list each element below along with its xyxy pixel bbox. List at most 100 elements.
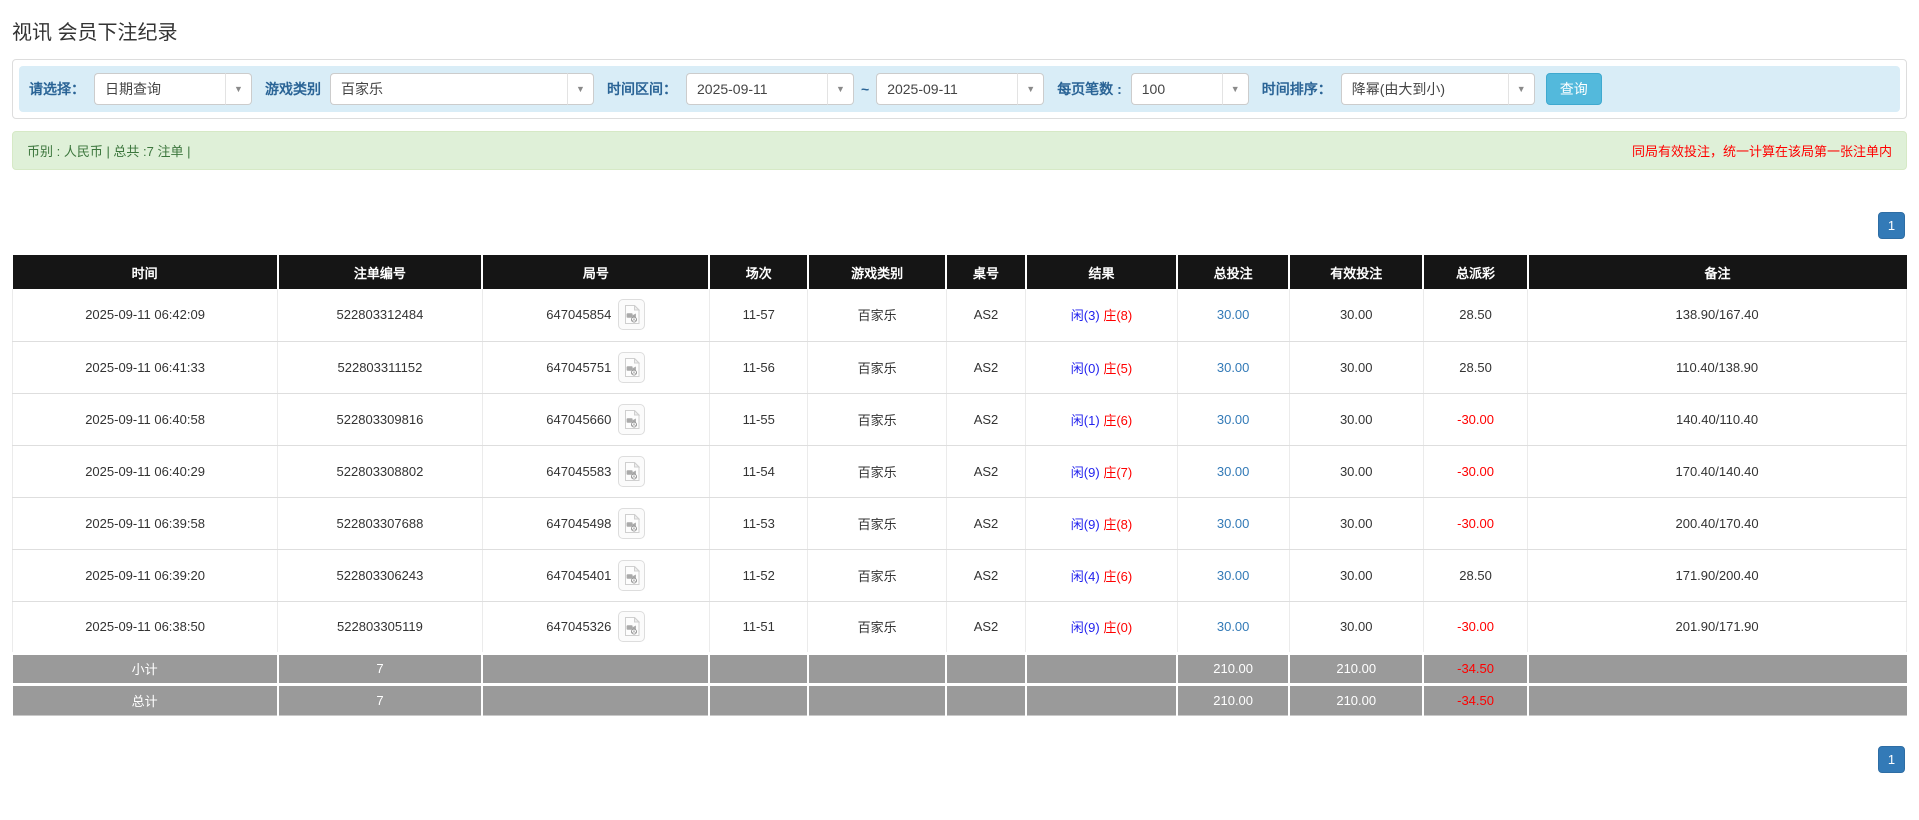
total-row-cell-remark bbox=[1527, 682, 1907, 716]
chevron-down-icon[interactable]: ▼ bbox=[568, 73, 594, 105]
cell-bet-no: 522803307688 bbox=[277, 497, 483, 550]
video-file-icon bbox=[625, 357, 641, 377]
cell-round-no: 647045583 bbox=[481, 445, 710, 498]
page-size-select[interactable]: ▼ bbox=[1130, 73, 1249, 105]
currency-summary-text: 币别 : 人民币 | 总共 :7 注单 | bbox=[27, 144, 191, 159]
result-banker: 庄(8) bbox=[1103, 516, 1133, 532]
video-replay-button[interactable] bbox=[618, 455, 646, 487]
total-row: 总计 7 210.00 210.00 -34.50 bbox=[12, 682, 1907, 716]
time-sort-input[interactable] bbox=[1340, 73, 1509, 105]
subtotal-row-cell-valid-bet: 210.00 bbox=[1289, 651, 1425, 684]
video-replay-button[interactable] bbox=[618, 351, 646, 383]
video-file-icon bbox=[625, 305, 641, 325]
total-bet-link[interactable]: 30.00 bbox=[1217, 464, 1250, 479]
time-range-label: 时间区间： bbox=[607, 81, 677, 97]
total-row-cell-table-no bbox=[946, 682, 1027, 716]
cell-remark: 171.90/200.40 bbox=[1527, 549, 1907, 602]
cell-session: 11-57 bbox=[708, 289, 809, 342]
cell-result: 闲(9) 庄(0) bbox=[1025, 601, 1178, 654]
cell-time: 2025-09-11 06:39:20 bbox=[11, 549, 279, 602]
cell-table-no: AS2 bbox=[945, 497, 1027, 550]
date-from-input[interactable] bbox=[686, 73, 828, 105]
cell-bet-no: 522803306243 bbox=[277, 549, 483, 602]
cell-game-type: 百家乐 bbox=[807, 497, 947, 550]
cell-total-bet: 30.00 bbox=[1176, 289, 1290, 342]
total-bet-link[interactable]: 30.00 bbox=[1217, 619, 1250, 634]
cell-game-type: 百家乐 bbox=[807, 393, 947, 446]
total-row-cell-session bbox=[709, 682, 809, 716]
chevron-down-icon[interactable]: ▼ bbox=[1222, 73, 1249, 105]
cell-total-bet: 30.00 bbox=[1176, 393, 1290, 446]
cell-payout: 28.50 bbox=[1422, 549, 1529, 602]
chevron-down-icon[interactable]: ▼ bbox=[828, 73, 854, 105]
range-separator: ~ bbox=[861, 81, 870, 97]
video-replay-button[interactable] bbox=[618, 403, 646, 435]
date-to-input[interactable] bbox=[876, 73, 1019, 105]
video-replay-button[interactable] bbox=[618, 559, 646, 591]
total-bet-link[interactable]: 30.00 bbox=[1217, 516, 1250, 531]
query-type-select[interactable]: ▼ bbox=[94, 73, 252, 105]
cell-remark: 110.40/138.90 bbox=[1527, 341, 1907, 394]
total-row-cell-total-bet: 210.00 bbox=[1177, 682, 1290, 716]
cell-result: 闲(9) 庄(8) bbox=[1025, 497, 1178, 550]
column-header-total-bet: 总投注 bbox=[1177, 255, 1290, 289]
query-type-input[interactable] bbox=[94, 73, 226, 105]
chevron-down-icon[interactable]: ▼ bbox=[1018, 73, 1045, 105]
date-to-select[interactable]: ▼ bbox=[876, 73, 1045, 105]
payout-value: 28.50 bbox=[1459, 307, 1492, 323]
filter-panel: 请选择： ▼ 游戏类别 ▼ 时间区间： ▼ ~ ▼ 每页笔数 : ▼ 时间排序：… bbox=[12, 59, 1907, 119]
game-type-input[interactable] bbox=[330, 73, 568, 105]
cell-session: 11-53 bbox=[708, 497, 809, 550]
pagination-bottom: 1 bbox=[12, 745, 1907, 773]
chevron-down-icon[interactable]: ▼ bbox=[226, 73, 252, 105]
column-header-game-type: 游戏类别 bbox=[807, 255, 948, 289]
cell-table-no: AS2 bbox=[945, 393, 1027, 446]
cell-valid-bet: 30.00 bbox=[1288, 497, 1424, 550]
video-file-icon bbox=[625, 565, 641, 585]
video-replay-button[interactable] bbox=[618, 507, 646, 539]
search-button[interactable]: 查询 bbox=[1545, 73, 1602, 105]
total-row-cell-game-type bbox=[807, 682, 948, 716]
cell-valid-bet: 30.00 bbox=[1288, 289, 1424, 342]
cell-time: 2025-09-11 06:42:09 bbox=[11, 289, 279, 342]
game-type-select[interactable]: ▼ bbox=[330, 73, 594, 105]
cell-round-no: 647045326 bbox=[481, 601, 710, 654]
cell-total-bet: 30.00 bbox=[1176, 497, 1290, 550]
total-bet-link[interactable]: 30.00 bbox=[1217, 360, 1250, 375]
cell-valid-bet: 30.00 bbox=[1288, 445, 1424, 498]
page-1-button[interactable]: 1 bbox=[1878, 745, 1905, 773]
cell-remark: 140.40/110.40 bbox=[1527, 393, 1907, 446]
cell-round-no: 647045660 bbox=[481, 393, 710, 446]
time-sort-select[interactable]: ▼ bbox=[1340, 73, 1535, 105]
cell-payout: -30.00 bbox=[1422, 497, 1529, 550]
column-header-valid-bet: 有效投注 bbox=[1289, 255, 1425, 289]
result-player: 闲(9) bbox=[1070, 620, 1100, 635]
total-bet-link[interactable]: 30.00 bbox=[1217, 412, 1250, 427]
page-1-button[interactable]: 1 bbox=[1878, 212, 1905, 239]
subtotal-row-cell-payout: -34.50 bbox=[1423, 651, 1529, 684]
cell-total-bet: 30.00 bbox=[1176, 445, 1290, 498]
chevron-down-icon[interactable]: ▼ bbox=[1508, 73, 1535, 105]
column-header-time: 时间 bbox=[12, 255, 279, 289]
table-header-row: 时间 注单编号 局号 场次 游戏类别 桌号 结果 总投注 有效投注 总派彩 备注 bbox=[12, 255, 1907, 289]
cell-session: 11-54 bbox=[708, 445, 809, 498]
cell-payout: -30.00 bbox=[1422, 601, 1529, 654]
table-row: 2025-09-11 06:39:58 522803307688 647045498… bbox=[11, 497, 1907, 550]
cell-valid-bet: 30.00 bbox=[1288, 601, 1424, 654]
cell-remark: 138.90/167.40 bbox=[1527, 289, 1907, 342]
subtotal-row-cell-game-type bbox=[807, 651, 948, 684]
video-replay-button[interactable] bbox=[618, 611, 646, 642]
total-bet-link[interactable]: 30.00 bbox=[1217, 568, 1250, 583]
cell-total-bet: 30.00 bbox=[1176, 601, 1290, 654]
payout-value: -30.00 bbox=[1457, 463, 1494, 479]
payout-value: -34.50 bbox=[1457, 661, 1494, 676]
video-replay-button[interactable] bbox=[618, 299, 646, 331]
cell-remark: 201.90/171.90 bbox=[1527, 601, 1907, 654]
cell-bet-no: 522803305119 bbox=[277, 601, 483, 654]
total-bet-link[interactable]: 30.00 bbox=[1217, 307, 1250, 322]
date-from-select[interactable]: ▼ bbox=[686, 73, 854, 105]
subtotal-row: 小计 7 210.00 210.00 -34.50 bbox=[12, 651, 1907, 684]
cell-result: 闲(0) 庄(5) bbox=[1025, 341, 1178, 394]
cell-time: 2025-09-11 06:39:58 bbox=[11, 497, 279, 550]
page-size-input[interactable] bbox=[1130, 73, 1223, 105]
